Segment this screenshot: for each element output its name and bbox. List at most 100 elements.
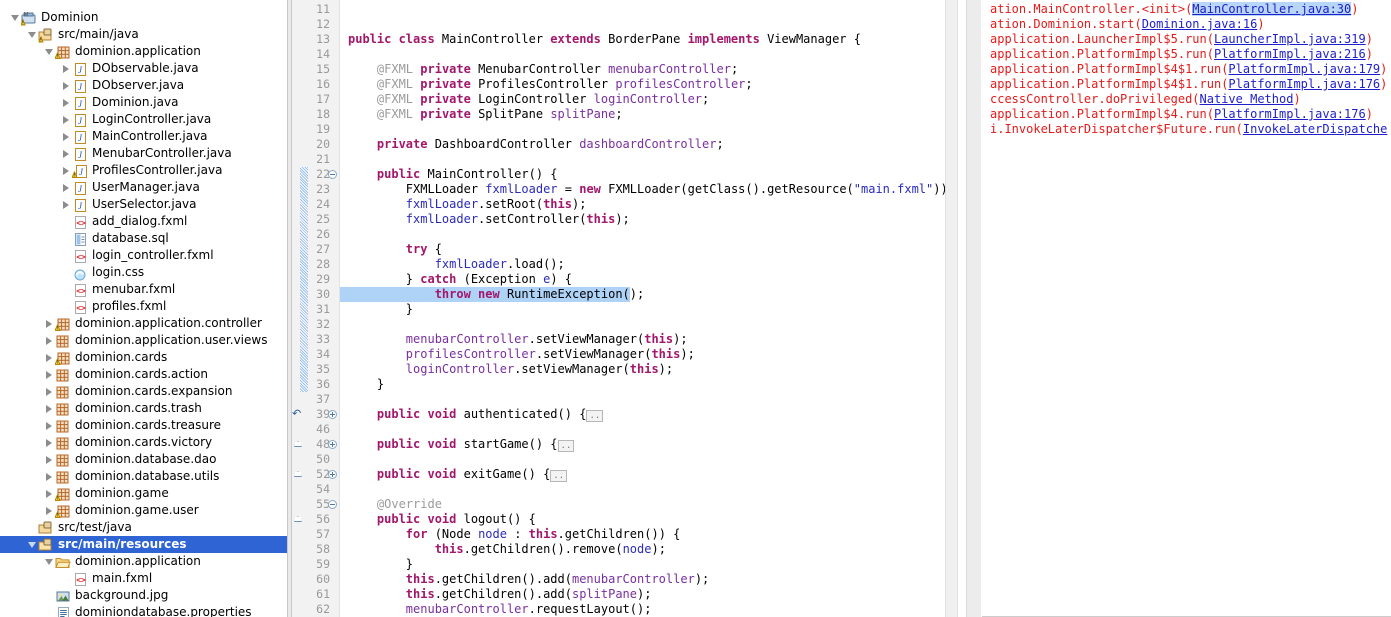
tree-item[interactable]: dominion.cards.victory	[0, 434, 287, 451]
chevron-right-icon[interactable]	[61, 111, 72, 128]
editor-code-area[interactable]: public class MainController extends Bord…	[340, 0, 982, 617]
stack-trace-line[interactable]: application.PlatformImpl$4$1.run(Platfor…	[990, 77, 1387, 92]
tree-item[interactable]: dominion.database.utils	[0, 468, 287, 485]
tree-item[interactable]: J MenubarController.java	[0, 145, 287, 162]
code-line[interactable]: public void authenticated() {..	[340, 407, 604, 422]
code-line[interactable]: try {	[340, 242, 442, 257]
chevron-right-icon[interactable]	[61, 179, 72, 196]
tree-item[interactable]: dominion.cards.trash	[0, 400, 287, 417]
tree-item[interactable]: <> add_dialog.fxml	[0, 213, 287, 230]
tree-item[interactable]: J DObservable.java	[0, 60, 287, 77]
stack-trace-line[interactable]: i.InvokeLaterDispatcher$Future.run(Invok…	[990, 122, 1387, 137]
code-line[interactable]: fxmlLoader.setRoot(this);	[340, 197, 587, 212]
code-line[interactable]	[340, 317, 348, 332]
chevron-right-icon[interactable]	[44, 400, 55, 417]
stack-trace-link[interactable]: InvokeLaterDispatche	[1243, 122, 1388, 136]
folded-code-box[interactable]: ..	[586, 410, 604, 422]
code-line[interactable]	[340, 47, 348, 62]
code-line[interactable]: @FXML private SplitPane splitPane;	[340, 107, 623, 122]
code-line[interactable]: fxmlLoader.load();	[340, 257, 565, 272]
stack-trace-line[interactable]: application.LauncherImpl$5.run(LauncherI…	[990, 32, 1373, 47]
tree-item[interactable]: <> main.fxml	[0, 570, 287, 587]
tree-item[interactable]: <> login_controller.fxml	[0, 247, 287, 264]
fold-expand-icon[interactable]	[328, 440, 337, 449]
chevron-down-icon[interactable]	[44, 43, 55, 60]
tree-item[interactable]: dominion.cards.expansion	[0, 383, 287, 400]
editor-gutter[interactable]: 11 12 13 14 15 16 17 18 19 20 21 22 23 24 25 26 27 28 29 30…	[292, 0, 340, 617]
code-line[interactable]: this.getChildren().remove(node);	[340, 542, 666, 557]
tree-item[interactable]: dominion.database.dao	[0, 451, 287, 468]
code-line[interactable]: for (Node node : this.getChildren()) {	[340, 527, 681, 542]
code-line[interactable]: } catch (Exception e) {	[340, 272, 572, 287]
code-line[interactable]	[340, 482, 348, 497]
tree-item[interactable]: ! src/main/java	[0, 26, 287, 43]
tree-item[interactable]: J UserManager.java	[0, 179, 287, 196]
code-line[interactable]: profilesController.setViewManager(this);	[340, 347, 695, 362]
stack-trace-link[interactable]: Native Method	[1200, 92, 1294, 106]
tree-item[interactable]: <> menubar.fxml	[0, 281, 287, 298]
tree-item[interactable]: J UserSelector.java	[0, 196, 287, 213]
tree-item[interactable]: ! dominion.game	[0, 485, 287, 502]
code-line[interactable]: menubarController.requestLayout();	[340, 602, 652, 617]
editor-overview-ruler[interactable]	[966, 0, 981, 617]
tree-item[interactable]: dominiondatabase.properties	[0, 604, 287, 617]
tree-item[interactable]: J DObserver.java	[0, 77, 287, 94]
tree-item[interactable]: M! Dominion	[0, 9, 287, 26]
stack-trace-line[interactable]: application.PlatformImpl$4.run(PlatformI…	[990, 107, 1373, 122]
code-line[interactable]: throw new RuntimeException();	[340, 287, 645, 302]
code-line[interactable]	[340, 227, 348, 242]
stack-trace-link[interactable]: PlatformImpl.java:179	[1228, 62, 1380, 76]
chevron-right-icon[interactable]	[61, 128, 72, 145]
tree-item-selected[interactable]: src/main/resources	[0, 536, 287, 553]
chevron-right-icon[interactable]	[61, 77, 72, 94]
code-line[interactable]: this.getChildren().add(splitPane);	[340, 587, 652, 602]
fold-expand-icon[interactable]	[328, 410, 337, 419]
chevron-right-icon[interactable]	[44, 502, 55, 519]
tree-item[interactable]: login.css	[0, 264, 287, 281]
code-line[interactable]: fxmlLoader.setController(this);	[340, 212, 630, 227]
tree-item[interactable]: ! dominion.cards	[0, 349, 287, 366]
chevron-right-icon[interactable]	[44, 383, 55, 400]
stack-trace-line[interactable]: application.PlatformImpl$5.run(PlatformI…	[990, 47, 1373, 62]
tree-item[interactable]: dominion.cards.action	[0, 366, 287, 383]
code-line[interactable]: }	[340, 302, 413, 317]
chevron-down-icon[interactable]	[27, 26, 38, 43]
folded-code-box[interactable]: ..	[557, 440, 575, 452]
tree-item[interactable]: ! dominion.game.user	[0, 502, 287, 519]
stack-trace-line[interactable]: application.PlatformImpl$4$1.run(Platfor…	[990, 62, 1387, 77]
stack-trace-line[interactable]: ation.MainController.<init>(MainControll…	[990, 2, 1358, 17]
chevron-right-icon[interactable]	[61, 145, 72, 162]
chevron-right-icon[interactable]	[44, 451, 55, 468]
code-line[interactable]	[340, 422, 348, 437]
chevron-right-icon[interactable]	[44, 366, 55, 383]
stack-trace-line[interactable]: ccessController.doPrivileged(Native Meth…	[990, 92, 1301, 107]
tree-item[interactable]: J! ProfilesController.java	[0, 162, 287, 179]
code-line[interactable]: @FXML private ProfilesController profile…	[340, 77, 753, 92]
tree-item[interactable]: <> profiles.fxml	[0, 298, 287, 315]
project-explorer-tree[interactable]: M! Dominion! src/main/java! dominion.applic…	[0, 0, 287, 617]
stack-trace-link[interactable]: MainController.java:30	[1192, 2, 1352, 16]
code-line[interactable]	[340, 152, 348, 167]
chevron-down-icon[interactable]	[10, 9, 21, 26]
code-line[interactable]: public void logout() {	[340, 512, 536, 527]
tree-item[interactable]: database.sql	[0, 230, 287, 247]
code-line[interactable]	[340, 122, 348, 137]
java-editor[interactable]: 11 12 13 14 15 16 17 18 19 20 21 22 23 24 25 26 27 28 29 30…	[292, 0, 982, 617]
chevron-right-icon[interactable]	[44, 485, 55, 502]
tree-item[interactable]: dominion.application	[0, 553, 287, 570]
stack-trace-link[interactable]: PlatformImpl.java:176	[1228, 77, 1380, 91]
code-line[interactable]	[340, 17, 348, 32]
chevron-right-icon[interactable]	[61, 162, 72, 179]
tree-item[interactable]: ! dominion.application	[0, 43, 287, 60]
fold-collapse-icon[interactable]	[328, 170, 337, 179]
tree-item[interactable]: dominion.cards.treasure	[0, 417, 287, 434]
chevron-right-icon[interactable]	[44, 434, 55, 451]
code-line[interactable]: this.getChildren().add(menubarController…	[340, 572, 709, 587]
console-view[interactable]: ation.MainController.<init>(MainControll…	[982, 0, 1391, 617]
code-line[interactable]: public MainController() {	[340, 167, 558, 182]
code-line[interactable]	[340, 2, 348, 17]
code-line[interactable]: menubarController.setViewManager(this);	[340, 332, 688, 347]
editor-vertical-scrollbar[interactable]	[945, 0, 958, 617]
tree-item[interactable]: J LoginController.java	[0, 111, 287, 128]
chevron-right-icon[interactable]	[44, 417, 55, 434]
